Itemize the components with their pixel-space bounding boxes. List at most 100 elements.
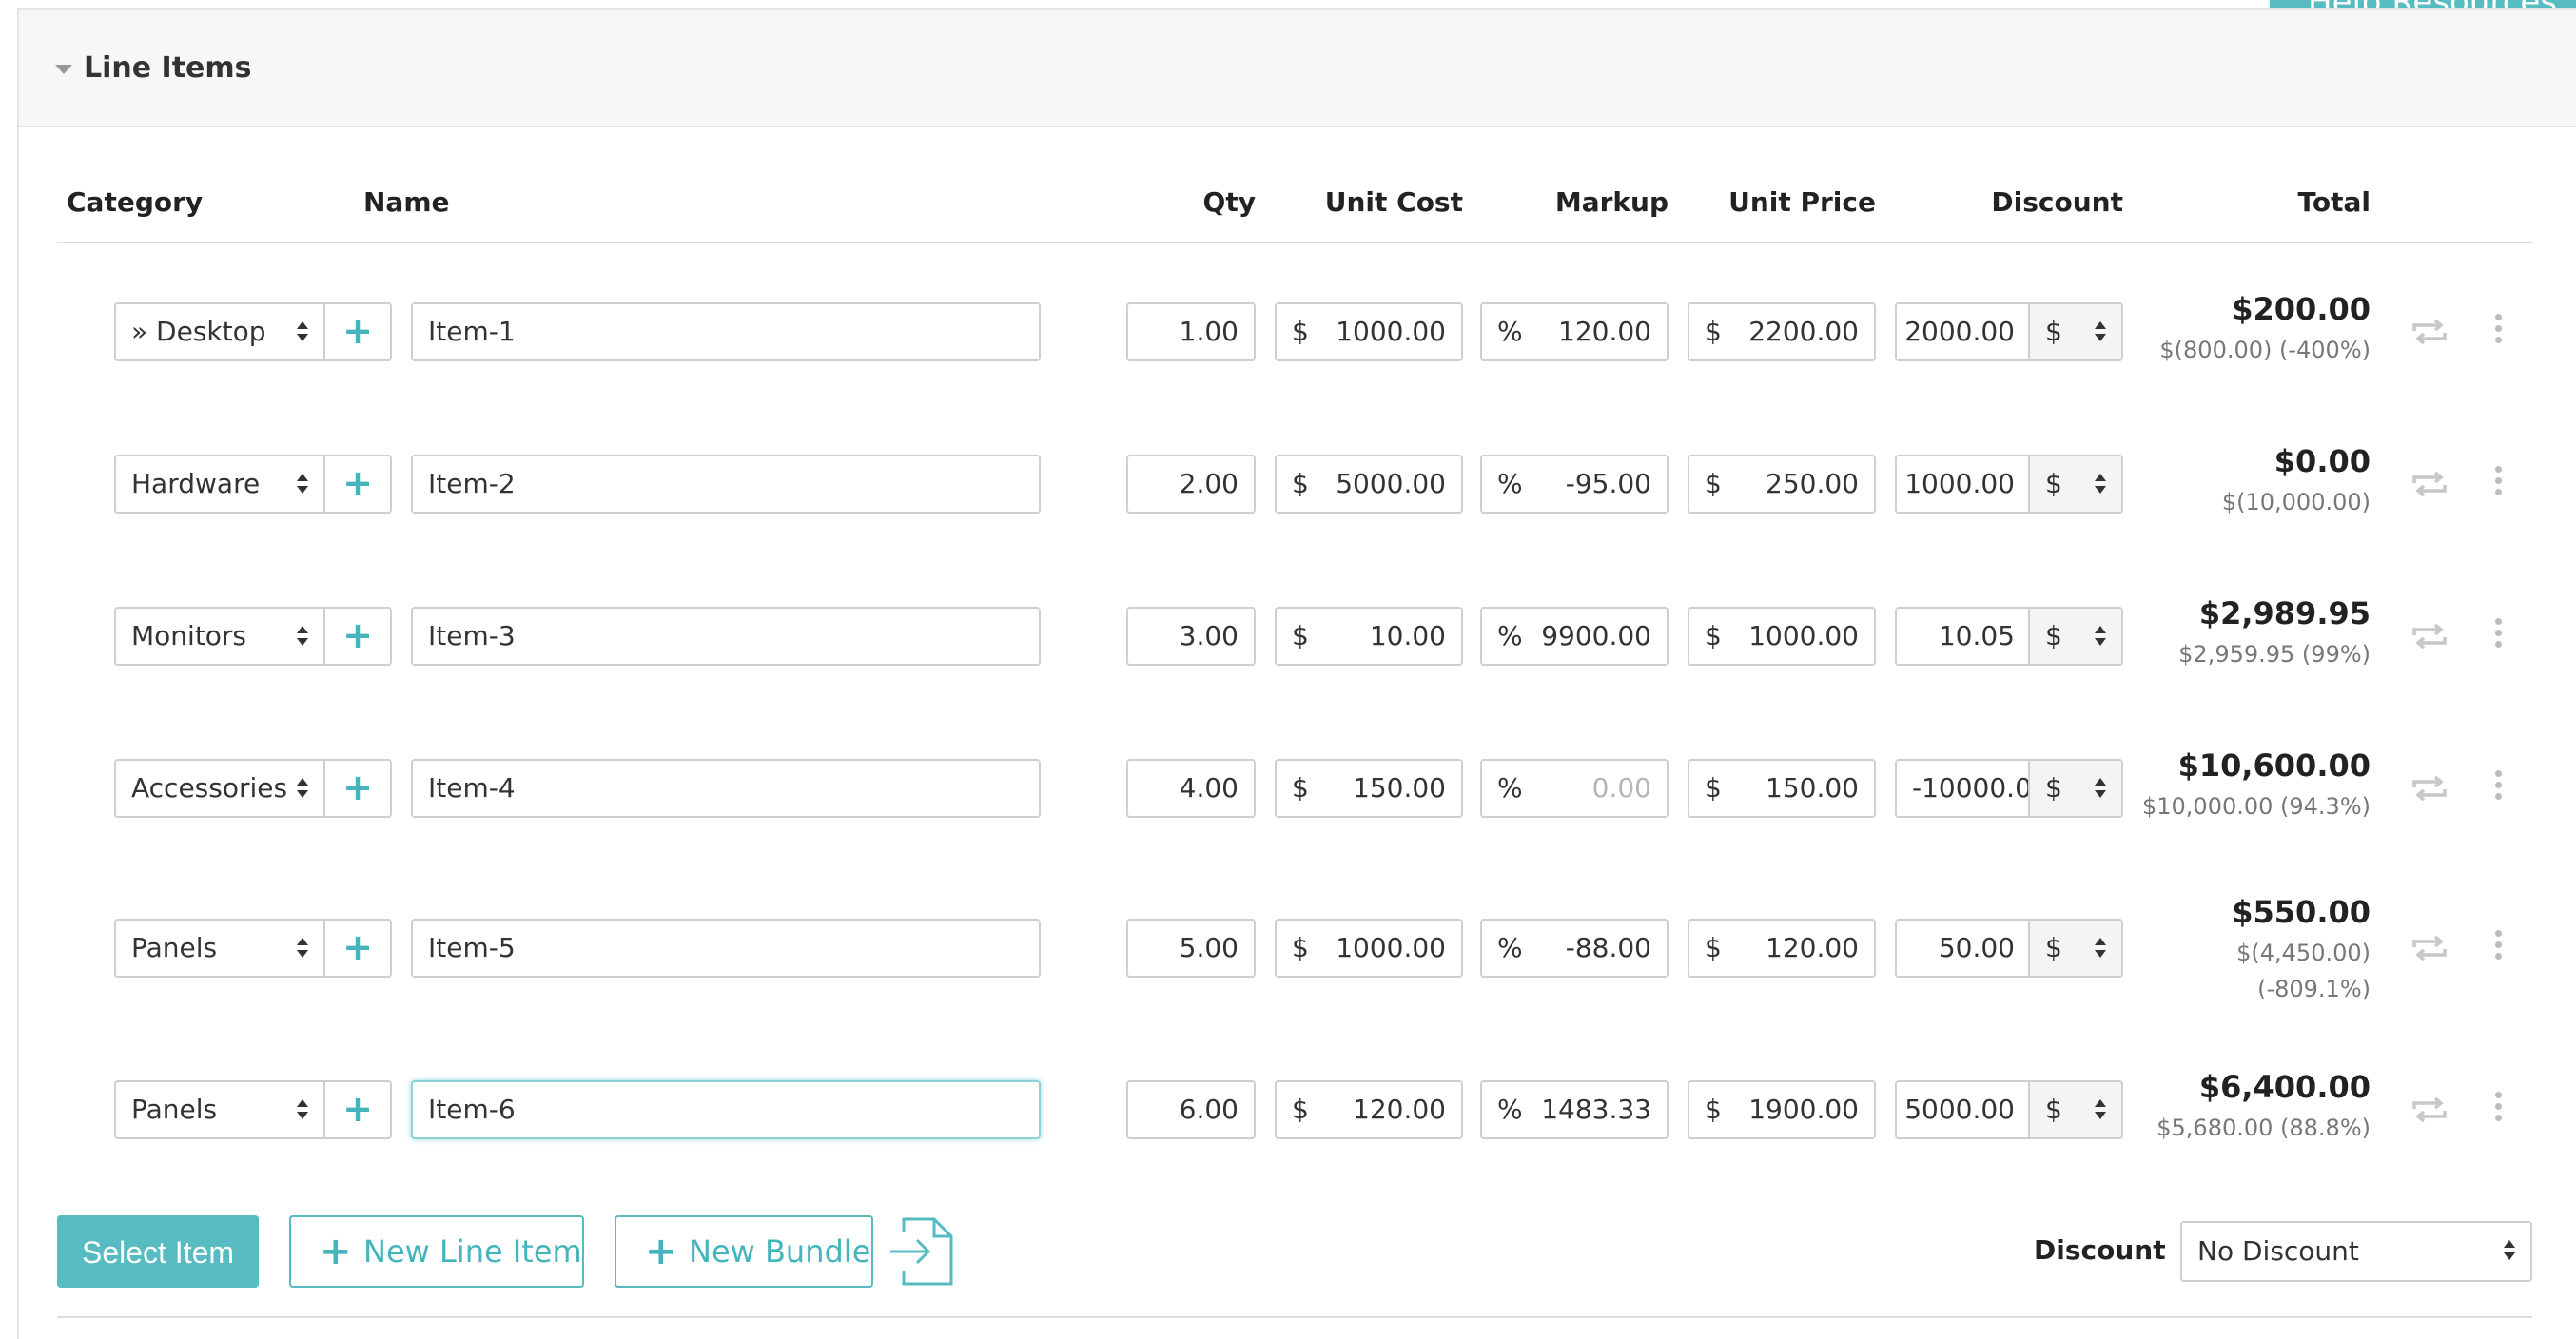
caret-down-icon[interactable] — [55, 65, 72, 74]
currency-prefix: $ — [1705, 468, 1722, 499]
discount-input[interactable]: 5000.00 — [1895, 1080, 2030, 1139]
qty-input[interactable]: 1.00 — [1126, 302, 1256, 361]
add-category-button[interactable]: + — [323, 919, 392, 978]
column-header-unit-price: Unit Price — [1728, 186, 1876, 218]
category-select[interactable]: Panels — [114, 1080, 325, 1139]
markup-input[interactable]: % 0.00 — [1480, 759, 1669, 818]
unit-price-value: 250.00 — [1766, 468, 1859, 499]
more-vertical-icon[interactable] — [2492, 770, 2504, 803]
markup-value: -95.00 — [1565, 468, 1651, 499]
unit-price-input[interactable]: $ 1000.00 — [1688, 607, 1876, 666]
unit-price-value: 1900.00 — [1748, 1094, 1859, 1125]
more-vertical-icon[interactable] — [2492, 314, 2504, 346]
repeat-icon[interactable] — [2410, 470, 2449, 498]
unit-price-input[interactable]: $ 250.00 — [1688, 455, 1876, 514]
row-profit-percent: (-809.1%) — [2257, 976, 2371, 1002]
unit-price-input[interactable]: $ 1900.00 — [1688, 1080, 1876, 1139]
currency-prefix: $ — [1705, 1094, 1722, 1125]
discount-input[interactable]: -10000.0 — [1895, 759, 2030, 818]
markup-value: 120.00 — [1558, 316, 1651, 347]
qty-input[interactable]: 4.00 — [1126, 759, 1256, 818]
unit-cost-value: 120.00 — [1353, 1094, 1446, 1125]
discount-select[interactable]: No Discount — [2180, 1221, 2532, 1282]
plus-icon: + — [342, 1088, 373, 1130]
repeat-icon[interactable] — [2410, 318, 2449, 346]
item-name-input[interactable]: Item-2 — [411, 455, 1041, 514]
repeat-icon[interactable] — [2410, 622, 2449, 650]
discount-type-select[interactable]: $ — [2028, 1080, 2123, 1139]
discount-input[interactable]: 2000.00 — [1895, 302, 2030, 361]
discount-type-select[interactable]: $ — [2028, 455, 2123, 514]
qty-input[interactable]: 2.00 — [1126, 455, 1256, 514]
currency-prefix: $ — [1292, 772, 1309, 804]
discount-type-select[interactable]: $ — [2028, 302, 2123, 361]
unit-cost-input[interactable]: $ 150.00 — [1275, 759, 1463, 818]
item-name-input[interactable]: Item-6 — [411, 1080, 1041, 1139]
row-profit: $(800.00) (-400%) — [2159, 337, 2371, 363]
markup-input[interactable]: % 9900.00 — [1480, 607, 1669, 666]
unit-cost-value: 5000.00 — [1336, 468, 1446, 499]
repeat-icon[interactable] — [2410, 1096, 2449, 1124]
unit-cost-input[interactable]: $ 5000.00 — [1275, 455, 1463, 514]
panel-header[interactable]: Line Items — [19, 10, 2576, 127]
column-header-discount: Discount — [1991, 186, 2123, 218]
add-category-button[interactable]: + — [323, 302, 392, 361]
category-value: Monitors — [131, 620, 247, 651]
currency-prefix: $ — [1705, 620, 1722, 651]
row-total: $2,989.95 — [2198, 595, 2371, 631]
add-category-button[interactable]: + — [323, 1080, 392, 1139]
add-category-button[interactable]: + — [323, 759, 392, 818]
more-vertical-icon[interactable] — [2492, 1092, 2504, 1124]
item-name-input[interactable]: Item-4 — [411, 759, 1041, 818]
category-select[interactable]: Panels — [114, 919, 325, 978]
markup-input[interactable]: % 1483.33 — [1480, 1080, 1669, 1139]
column-header-markup: Markup — [1554, 186, 1669, 218]
unit-price-value: 150.00 — [1766, 772, 1859, 804]
row-profit: $(10,000.00) — [2221, 489, 2371, 515]
discount-input[interactable]: 10.05 — [1895, 607, 2030, 666]
repeat-icon[interactable] — [2410, 934, 2449, 962]
new-line-item-button[interactable]: + New Line Item — [289, 1215, 584, 1288]
markup-input[interactable]: % -95.00 — [1480, 455, 1669, 514]
unit-cost-input[interactable]: $ 1000.00 — [1275, 302, 1463, 361]
discount-type-select[interactable]: $ — [2028, 759, 2123, 818]
discount-type-value: $ — [2045, 620, 2062, 651]
unit-price-input[interactable]: $ 150.00 — [1688, 759, 1876, 818]
more-vertical-icon[interactable] — [2492, 618, 2504, 650]
percent-prefix: % — [1497, 620, 1523, 651]
add-category-button[interactable]: + — [323, 607, 392, 666]
category-select[interactable]: Hardware — [114, 455, 325, 514]
markup-input[interactable]: % -88.00 — [1480, 919, 1669, 978]
qty-input[interactable]: 6.00 — [1126, 1080, 1256, 1139]
item-name-input[interactable]: Item-3 — [411, 607, 1041, 666]
repeat-icon[interactable] — [2410, 774, 2449, 803]
markup-input[interactable]: % 120.00 — [1480, 302, 1669, 361]
more-vertical-icon[interactable] — [2492, 466, 2504, 498]
add-category-button[interactable]: + — [323, 455, 392, 514]
item-name-input[interactable]: Item-1 — [411, 302, 1041, 361]
discount-input[interactable]: 1000.00 — [1895, 455, 2030, 514]
category-select[interactable]: Monitors — [114, 607, 325, 666]
item-name-input[interactable]: Item-5 — [411, 919, 1041, 978]
category-select[interactable]: » Desktop — [114, 302, 325, 361]
discount-type-select[interactable]: $ — [2028, 607, 2123, 666]
row-total: $200.00 — [2232, 291, 2371, 327]
unit-price-input[interactable]: $ 120.00 — [1688, 919, 1876, 978]
category-select[interactable]: Accessories — [114, 759, 325, 818]
unit-price-input[interactable]: $ 2200.00 — [1688, 302, 1876, 361]
more-vertical-icon[interactable] — [2492, 930, 2504, 962]
discount-input[interactable]: 50.00 — [1895, 919, 2030, 978]
discount-type-value: $ — [2045, 468, 2062, 499]
discount-type-value: $ — [2045, 1094, 2062, 1125]
unit-cost-input[interactable]: $ 1000.00 — [1275, 919, 1463, 978]
select-item-button[interactable]: Select Item — [57, 1215, 259, 1288]
new-bundle-button[interactable]: + New Bundle — [615, 1215, 873, 1288]
unit-cost-input[interactable]: $ 120.00 — [1275, 1080, 1463, 1139]
currency-prefix: $ — [1292, 932, 1309, 963]
discount-type-value: $ — [2045, 772, 2062, 804]
qty-input[interactable]: 3.00 — [1126, 607, 1256, 666]
qty-input[interactable]: 5.00 — [1126, 919, 1256, 978]
discount-type-select[interactable]: $ — [2028, 919, 2123, 978]
unit-cost-input[interactable]: $ 10.00 — [1275, 607, 1463, 666]
file-import-icon[interactable] — [887, 1215, 959, 1288]
